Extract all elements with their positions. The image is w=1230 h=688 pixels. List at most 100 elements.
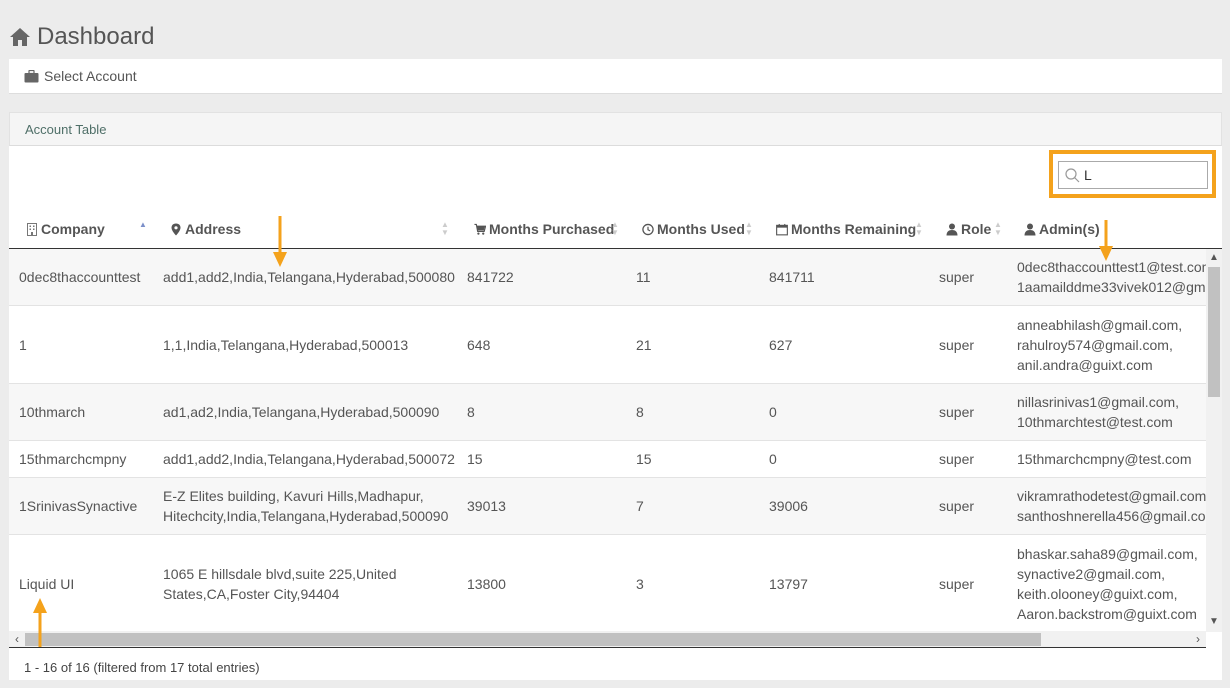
column-header-company[interactable]: Company <box>26 210 105 248</box>
column-header-address-label: Address <box>185 221 242 237</box>
cell-months-remaining: 39006 <box>769 498 808 514</box>
column-header-months-purchased-label: Months Purchased <box>489 221 615 237</box>
cell-admins: 15thmarchcmpny@test.com <box>1017 451 1192 467</box>
address-line: 1065 E hillsdale blvd,suite 225,United <box>163 565 397 582</box>
cell-address: 1065 E hillsdale blvd,suite 225,United S… <box>163 535 397 632</box>
cell-company: 15thmarchcmpny <box>19 451 127 467</box>
cell-months-remaining: 0 <box>769 404 777 420</box>
map-marker-icon <box>171 223 181 235</box>
cell-months-remaining: 841711 <box>769 269 815 285</box>
scroll-up-icon[interactable]: ▲ <box>1206 252 1222 263</box>
cell-role: super <box>939 269 975 285</box>
search-icon <box>1065 168 1080 183</box>
admin-email: nillasrinivas1@gmail.com, <box>1017 394 1180 410</box>
home-icon <box>10 28 30 46</box>
column-header-role[interactable]: Role <box>946 210 991 248</box>
cell-company: 1SrinivasSynactive <box>19 498 138 514</box>
page-title: Dashboard <box>9 22 154 52</box>
column-header-address[interactable]: Address <box>170 210 241 248</box>
table-body: 0dec8thaccounttest add1,add2,India,Telan… <box>9 249 1206 632</box>
table-row[interactable]: 15thmarchcmpny add1,add2,India,Telangana… <box>9 441 1206 478</box>
column-header-months-remaining-label: Months Remaining <box>791 221 917 237</box>
user-icon <box>946 223 958 235</box>
cell-address: add1,add2,India,Telangana,Hyderabad,5000… <box>163 269 455 285</box>
scroll-right-icon[interactable]: › <box>1190 631 1206 648</box>
table-row[interactable]: 10thmarch ad1,ad2,India,Telangana,Hydera… <box>9 384 1206 441</box>
sort-indicator-address[interactable]: ▲ ▼ <box>441 221 449 237</box>
cell-admins: nillasrinivas1@gmail.com, 10thmarchtest@… <box>1017 384 1179 440</box>
table-row[interactable]: 1SrinivasSynactive E-Z Elites building, … <box>9 478 1206 535</box>
column-header-months-used[interactable]: Months Used <box>642 210 745 248</box>
sort-indicator-role[interactable]: ▲ ▼ <box>994 221 1002 237</box>
vertical-scrollbar[interactable]: ▲ ▼ <box>1206 249 1222 632</box>
cell-months-used: 3 <box>636 575 644 592</box>
panel-title: Account Table <box>25 121 107 137</box>
column-header-admins[interactable]: Admin(s) <box>1024 210 1100 248</box>
search-field[interactable] <box>1058 161 1208 189</box>
horizontal-scrollbar[interactable]: ‹ › <box>9 631 1206 648</box>
search-input[interactable] <box>1084 164 1194 186</box>
table-row[interactable]: 0dec8thaccounttest add1,add2,India,Telan… <box>9 249 1206 306</box>
admin-email: anneabhilash@gmail.com, <box>1017 316 1183 333</box>
column-header-months-purchased[interactable]: Months Purchased <box>474 210 614 248</box>
cell-company: 0dec8thaccounttest <box>19 269 141 285</box>
admin-email: Aaron.backstrom@guixt.com <box>1017 605 1197 622</box>
admin-email: santhoshnerella456@gmail.com <box>1017 508 1206 524</box>
cell-months-used: 15 <box>636 451 652 467</box>
cell-months-purchased: 648 <box>467 336 491 353</box>
admin-email: rahulroy574@gmail.com, <box>1017 336 1173 353</box>
admin-email: bhaskar.saha89@gmail.com, <box>1017 545 1198 562</box>
address-line: E-Z Elites building, Kavuri Hills,Madhap… <box>163 488 424 504</box>
cell-months-used: 11 <box>636 269 651 285</box>
vertical-scroll-thumb[interactable] <box>1208 267 1220 397</box>
admin-email: 0dec8thaccounttest1@test.com, <box>1017 259 1206 275</box>
column-header-admins-label: Admin(s) <box>1039 221 1100 237</box>
building-icon <box>27 222 37 236</box>
cell-admins: 0dec8thaccounttest1@test.com, 1aamailddm… <box>1017 249 1206 305</box>
cell-months-purchased: 13800 <box>467 575 506 592</box>
select-account-label: Select Account <box>44 68 137 84</box>
cell-admins: bhaskar.saha89@gmail.com, synactive2@gma… <box>1017 535 1198 632</box>
shopping-cart-icon <box>474 223 486 235</box>
cell-company: Liquid UI <box>19 575 75 592</box>
admin-email: synactive2@gmail.com, <box>1017 565 1166 582</box>
admin-email: 1aamailddme33vivek012@gmail.com <box>1017 279 1206 295</box>
sort-indicator-months-purchased[interactable]: ▲ ▼ <box>611 221 619 237</box>
scroll-left-icon[interactable]: ‹ <box>9 631 25 648</box>
sort-indicator-company[interactable]: ▲ <box>139 221 147 229</box>
cell-months-used: 7 <box>636 498 644 514</box>
calendar-icon <box>776 223 788 235</box>
cell-months-purchased: 15 <box>467 451 483 467</box>
cell-role: super <box>939 575 975 592</box>
sort-ascending-icon: ▲ <box>139 220 147 229</box>
scroll-down-icon[interactable]: ▼ <box>1206 616 1222 627</box>
table-row[interactable]: 1 1,1,India,Telangana,Hyderabad,500013 6… <box>9 306 1206 384</box>
horizontal-scroll-thumb[interactable] <box>25 633 1041 646</box>
cell-months-purchased: 39013 <box>467 498 506 514</box>
cell-months-used: 21 <box>636 336 652 353</box>
cell-address: add1,add2,India,Telangana,Hyderabad,5000… <box>163 451 455 467</box>
cell-months-purchased: 841722 <box>467 269 514 285</box>
cell-months-used: 8 <box>636 404 644 420</box>
address-line: Hitechcity,India,Telangana,Hyderabad,500… <box>163 508 449 524</box>
briefcase-icon <box>24 69 39 82</box>
admin-email: anil.andra@guixt.com <box>1017 356 1153 373</box>
cell-company: 10thmarch <box>19 404 86 420</box>
panel-header: Account Table <box>9 112 1222 146</box>
cell-role: super <box>939 404 975 420</box>
table-row[interactable]: Liquid UI 1065 E hillsdale blvd,suite 22… <box>9 535 1206 632</box>
sort-indicator-months-used[interactable]: ▲ ▼ <box>745 221 753 237</box>
column-header-role-label: Role <box>961 221 992 237</box>
cell-months-purchased: 8 <box>467 404 475 420</box>
cell-role: super <box>939 451 975 467</box>
page-title-text: Dashboard <box>37 23 155 50</box>
cell-months-remaining: 0 <box>769 451 777 467</box>
cell-address: ad1,ad2,India,Telangana,Hyderabad,500090 <box>163 404 440 420</box>
sort-indicator-months-remaining[interactable]: ▲ ▼ <box>915 221 923 237</box>
cell-admins: anneabhilash@gmail.com, rahulroy574@gmai… <box>1017 306 1182 383</box>
cell-admins: vikramrathodetest@gmail.com, santhoshner… <box>1017 478 1206 534</box>
select-account-bar[interactable]: Select Account <box>9 59 1222 94</box>
column-header-months-remaining[interactable]: Months Remaining <box>776 210 916 248</box>
clock-icon <box>642 223 654 235</box>
address-line: States,CA,Foster City,94404 <box>163 585 340 602</box>
